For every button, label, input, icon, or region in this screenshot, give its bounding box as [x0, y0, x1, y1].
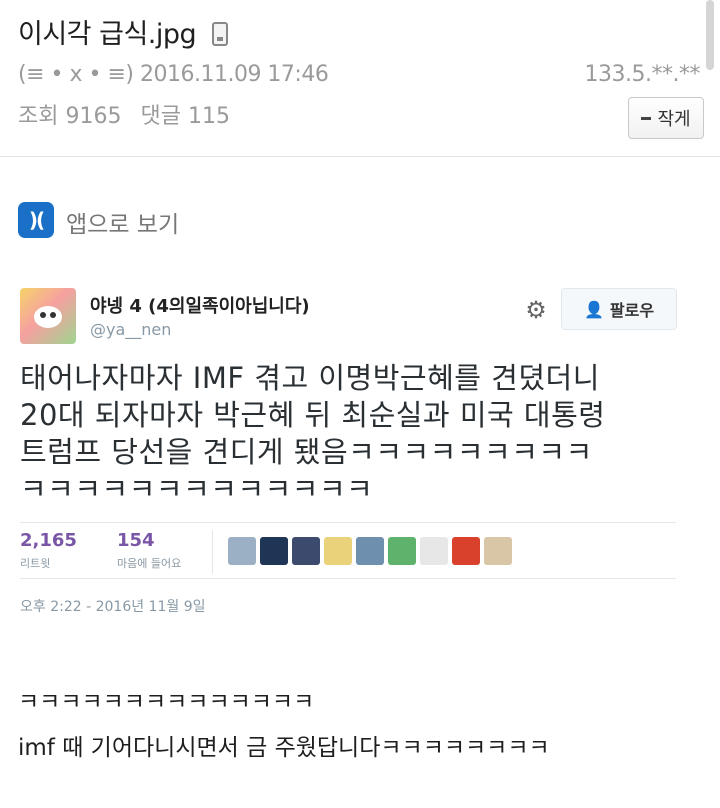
tweet-author-name[interactable]: 야넹 4 (4의일족이아닙니다)	[90, 292, 310, 318]
tweet-divider	[20, 578, 676, 579]
liker-avatar[interactable]	[484, 537, 512, 565]
tweet-text-line: 태어나자마자 IMF 겪고 이명박근혜를 견뎠더니	[20, 361, 600, 395]
tweet-text-line: ㅋㅋㅋㅋㅋㅋㅋㅋㅋㅋㅋㅋㅋ	[20, 472, 374, 506]
like-label: 마음에 들어요	[117, 557, 182, 570]
liker-avatar[interactable]	[420, 537, 448, 565]
app-logo-icon[interactable]: )(	[18, 202, 54, 238]
retweet-label: 리트윗	[20, 557, 51, 570]
views-label: 조회	[18, 104, 59, 129]
tweet-avatar[interactable]	[20, 288, 76, 344]
minus-icon	[641, 116, 652, 120]
post-body-line: imf 때 기어다니시면서 금 주웠답니다ㅋㅋㅋㅋㅋㅋㅋㅋ	[18, 735, 550, 761]
liker-avatar[interactable]	[228, 537, 256, 565]
liker-avatar[interactable]	[356, 537, 384, 565]
view-in-app-link[interactable]: 앱으로 보기	[66, 205, 179, 239]
liker-avatar[interactable]	[388, 537, 416, 565]
text-size-small-button[interactable]: 작게	[628, 97, 704, 139]
comments-label: 댓글	[140, 104, 181, 129]
tweet-text: 태어나자마자 IMF 겪고 이명박근혜를 견뎠더니 20대 되자마자 박근혜 뒤…	[20, 360, 680, 508]
retweet-count[interactable]: 2,165	[20, 530, 77, 551]
post-title: 이시각 급식.jpg	[18, 12, 229, 51]
comments-count: 115	[187, 104, 230, 129]
tweet-text-line: 트럼프 당선을 견디게 됐음ㅋㅋㅋㅋㅋㅋㅋㅋㅋ	[20, 435, 593, 469]
liker-avatar[interactable]	[292, 537, 320, 565]
post-title-text: 이시각 급식.jpg	[18, 19, 197, 50]
text-size-label: 작게	[657, 109, 691, 130]
liker-avatar[interactable]	[452, 537, 480, 565]
tweet-timestamp[interactable]: 오후 2:22 - 2016년 11월 9일	[20, 596, 206, 616]
liker-avatar[interactable]	[324, 537, 352, 565]
liker-avatar[interactable]	[260, 537, 288, 565]
post-ip: 133.5.**.**	[584, 62, 701, 87]
views-count: 9165	[65, 104, 122, 129]
mobile-phone-icon	[212, 22, 229, 46]
post-stats: 조회 9165 댓글 115	[18, 98, 230, 130]
like-count[interactable]: 154	[117, 530, 155, 551]
tweet-author-handle[interactable]: @ya__nen	[90, 320, 171, 339]
liker-avatars	[228, 537, 512, 565]
header-divider	[0, 156, 720, 157]
tweet-divider	[20, 522, 676, 523]
post-author-meta[interactable]: (≡ • x • ≡) 2016.11.09 17:46	[18, 62, 329, 87]
scrollbar[interactable]	[706, 0, 714, 70]
post-body-line: ㅋㅋㅋㅋㅋㅋㅋㅋㅋㅋㅋㅋㅋㅋ	[18, 689, 315, 715]
follow-label: 팔로우	[609, 301, 655, 320]
stats-divider	[212, 530, 213, 574]
add-person-icon: 👤	[583, 299, 604, 319]
tweet-text-line: 20대 되자마자 박근혜 뒤 최순실과 미국 대통령	[20, 398, 606, 432]
follow-button[interactable]: 👤 팔로우	[561, 288, 677, 330]
gear-icon[interactable]: ⚙	[524, 298, 548, 322]
